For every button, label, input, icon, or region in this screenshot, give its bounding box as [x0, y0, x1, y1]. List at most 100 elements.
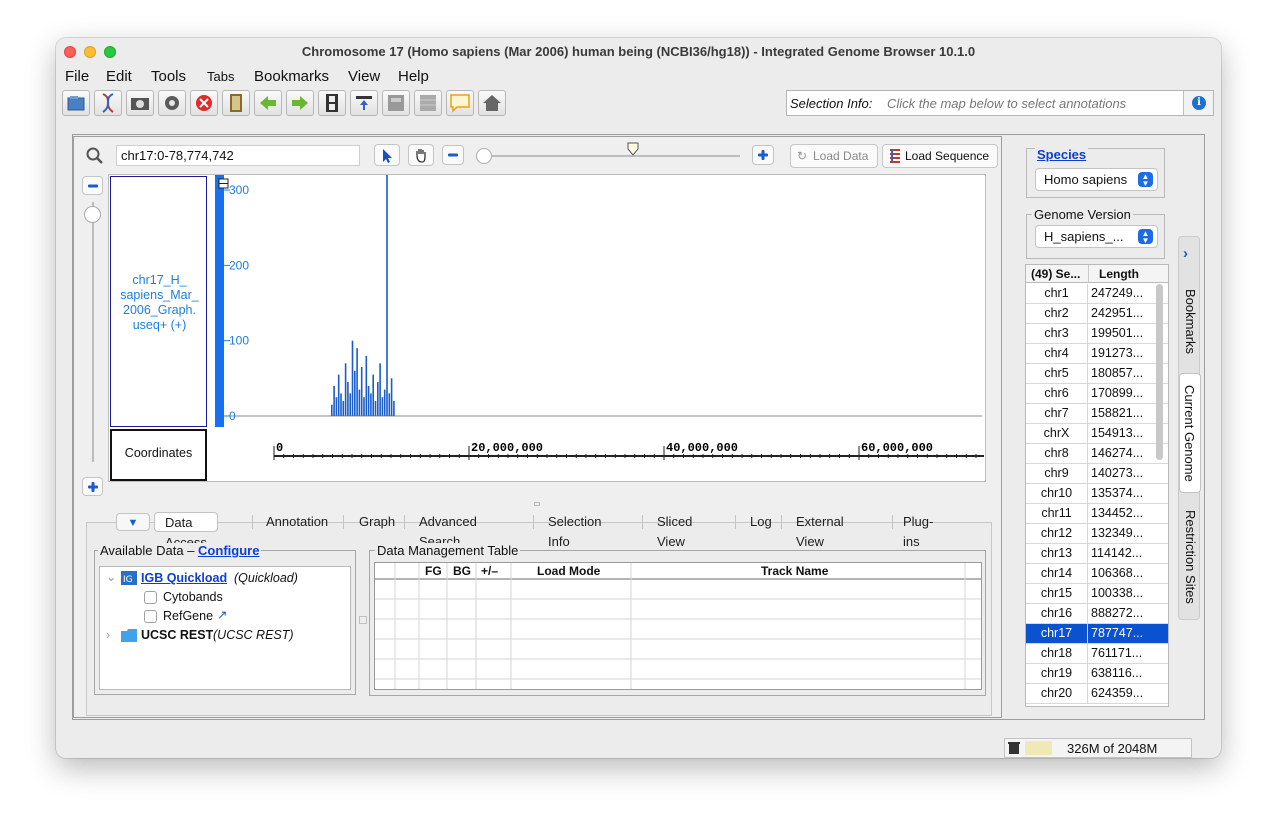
sequence-row[interactable]: chr13 114142... — [1026, 544, 1168, 564]
graph-track-label[interactable]: chr17_H_ sapiens_Mar_ 2006_Graph. useq+ … — [110, 176, 207, 427]
sequence-row[interactable]: chr6 170899... — [1026, 384, 1168, 404]
cytobands-checkbox[interactable] — [144, 591, 157, 604]
selection-info-field[interactable]: Selection Info: Click the map below to s… — [786, 90, 1214, 116]
sequence-row[interactable]: chrX 154913... — [1026, 424, 1168, 444]
tab-log[interactable]: Log — [750, 512, 772, 532]
column-load-mode[interactable]: Load Mode — [537, 564, 600, 578]
refgene-checkbox[interactable] — [144, 610, 157, 623]
tab-external-view[interactable]: External View — [796, 512, 844, 549]
tab-sliced-view[interactable]: Sliced View — [657, 512, 692, 549]
column-length[interactable]: Length — [1099, 267, 1139, 281]
coordinates-track-label[interactable]: Coordinates — [110, 429, 207, 481]
zoom-in-vertical-button[interactable] — [82, 477, 103, 496]
vertical-zoom-slider[interactable] — [92, 202, 94, 462]
sequence-row[interactable]: chr4 191273... — [1026, 344, 1168, 364]
bookmark-book-icon[interactable] — [222, 90, 250, 116]
igb-quickload-link[interactable]: IGB Quickload — [141, 571, 227, 585]
side-tab-bookmarks[interactable]: Bookmarks — [1179, 285, 1201, 359]
graph-track[interactable]: 300 200 100 0 0 20,000,000 40,000,000 60,000,0… — [214, 175, 984, 481]
zoom-out-vertical-button[interactable] — [82, 176, 103, 195]
load-sequence-button[interactable]: Load Sequence — [882, 144, 998, 168]
menu-help[interactable]: Help — [398, 68, 429, 85]
info-button[interactable]: i — [1183, 91, 1213, 115]
tab-data-access[interactable]: Data Access — [154, 512, 218, 550]
sequence-row[interactable]: chr16 888272... — [1026, 604, 1168, 624]
chevron-right-icon[interactable]: › — [106, 628, 110, 642]
film-icon[interactable] — [318, 90, 346, 116]
hand-tool-button[interactable] — [408, 144, 434, 166]
export-icon[interactable] — [350, 90, 378, 116]
sequence-row[interactable]: chr17 787747... — [1026, 624, 1168, 644]
horizontal-zoom-slider[interactable] — [484, 155, 740, 157]
minimize-window-button[interactable] — [84, 46, 96, 58]
side-tab-restriction-sites[interactable]: Restriction Sites — [1179, 505, 1201, 609]
search-icon[interactable] — [82, 145, 108, 167]
zoom-window-button[interactable] — [104, 46, 116, 58]
zoom-out-horizontal-button[interactable] — [442, 145, 464, 165]
tab-plug-ins[interactable]: Plug-ins — [903, 512, 933, 549]
tab-selection-info[interactable]: Selection Info — [548, 512, 601, 549]
menu-file[interactable]: File — [65, 68, 89, 85]
open-file-icon[interactable] — [62, 90, 90, 116]
genome-version-select[interactable]: H_sapiens_... ▲ ▼ — [1035, 225, 1158, 248]
sequence-row[interactable]: chr2 242951... — [1026, 304, 1168, 324]
dna-icon[interactable] — [94, 90, 122, 116]
load-data-button[interactable]: ↻ Load Data — [790, 144, 878, 168]
tab-graph[interactable]: Graph — [359, 512, 395, 532]
sequence-row[interactable]: chr1 247249... — [1026, 284, 1168, 304]
sequence-row[interactable]: chr10 135374... — [1026, 484, 1168, 504]
data-management-table[interactable]: FG BG +/– Load Mode Track Name — [374, 562, 982, 690]
sequence-row[interactable]: chr15 100338... — [1026, 584, 1168, 604]
forward-arrow-icon[interactable] — [286, 90, 314, 116]
sequence-row[interactable]: chr12 132349... — [1026, 524, 1168, 544]
sequence-row[interactable]: chr5 180857... — [1026, 364, 1168, 384]
column-track-name[interactable]: Track Name — [761, 564, 828, 578]
chevron-down-icon[interactable]: ⌄ — [106, 569, 116, 584]
sequence-row[interactable]: chr8 146274... — [1026, 444, 1168, 464]
back-arrow-icon[interactable] — [254, 90, 282, 116]
sequence-row[interactable]: chr14 106368... — [1026, 564, 1168, 584]
home-icon[interactable] — [478, 90, 506, 116]
tab-annotation[interactable]: Annotation — [266, 512, 328, 532]
tab-advanced-search[interactable]: Advanced Search — [419, 512, 477, 549]
column-plus-minus[interactable]: +/– — [481, 564, 498, 578]
ucsc-rest-label[interactable]: UCSC REST — [141, 628, 213, 642]
sequence-row[interactable]: chr20 624359... — [1026, 684, 1168, 704]
horizontal-zoom-knob[interactable] — [476, 148, 492, 164]
sequence-row[interactable]: chr19 638116... — [1026, 664, 1168, 684]
split-handle[interactable] — [534, 502, 540, 506]
close-window-button[interactable] — [64, 46, 76, 58]
vertical-zoom-knob[interactable] — [84, 206, 101, 223]
camera-icon[interactable] — [126, 90, 154, 116]
menu-bookmarks[interactable]: Bookmarks — [254, 68, 329, 85]
select-mode-button[interactable] — [374, 144, 400, 166]
grid-icon[interactable] — [414, 90, 442, 116]
column-fg[interactable]: FG — [425, 564, 442, 578]
side-tab-current-genome[interactable]: Current Genome — [1179, 373, 1201, 493]
menu-edit[interactable]: Edit — [106, 68, 132, 85]
sequence-scrollbar[interactable] — [1156, 284, 1163, 460]
location-input[interactable]: chr17:0-78,774,742 — [116, 145, 360, 166]
sequence-row[interactable]: chr3 199501... — [1026, 324, 1168, 344]
gear-icon[interactable] — [158, 90, 186, 116]
species-select[interactable]: Homo sapiens ▲ ▼ — [1035, 168, 1158, 191]
column-bg[interactable]: BG — [453, 564, 471, 578]
species-link[interactable]: Species — [1035, 147, 1089, 162]
graph-track-handle[interactable] — [215, 175, 224, 427]
menu-tools[interactable]: Tools — [151, 68, 186, 85]
trash-icon[interactable] — [1008, 741, 1020, 758]
sequence-table[interactable]: (49) Se... Length chr1 247249... chr2 24295… — [1025, 264, 1169, 707]
column-sequence[interactable]: (49) Se... — [1031, 267, 1080, 281]
external-link-icon[interactable]: ↗ — [217, 607, 227, 622]
panel-divider-handle[interactable] — [359, 616, 367, 624]
zoom-position-marker[interactable] — [627, 142, 639, 159]
chevron-right-icon[interactable]: › — [1183, 245, 1188, 262]
panel-icon[interactable] — [382, 90, 410, 116]
configure-link[interactable]: Configure — [198, 543, 259, 558]
comment-icon[interactable] — [446, 90, 474, 116]
sequence-row[interactable]: chr11 134452... — [1026, 504, 1168, 524]
sequence-row[interactable]: chr9 140273... — [1026, 464, 1168, 484]
stop-icon[interactable] — [190, 90, 218, 116]
menu-tabs[interactable]: Tabs — [207, 69, 234, 84]
menu-view[interactable]: View — [348, 68, 380, 85]
